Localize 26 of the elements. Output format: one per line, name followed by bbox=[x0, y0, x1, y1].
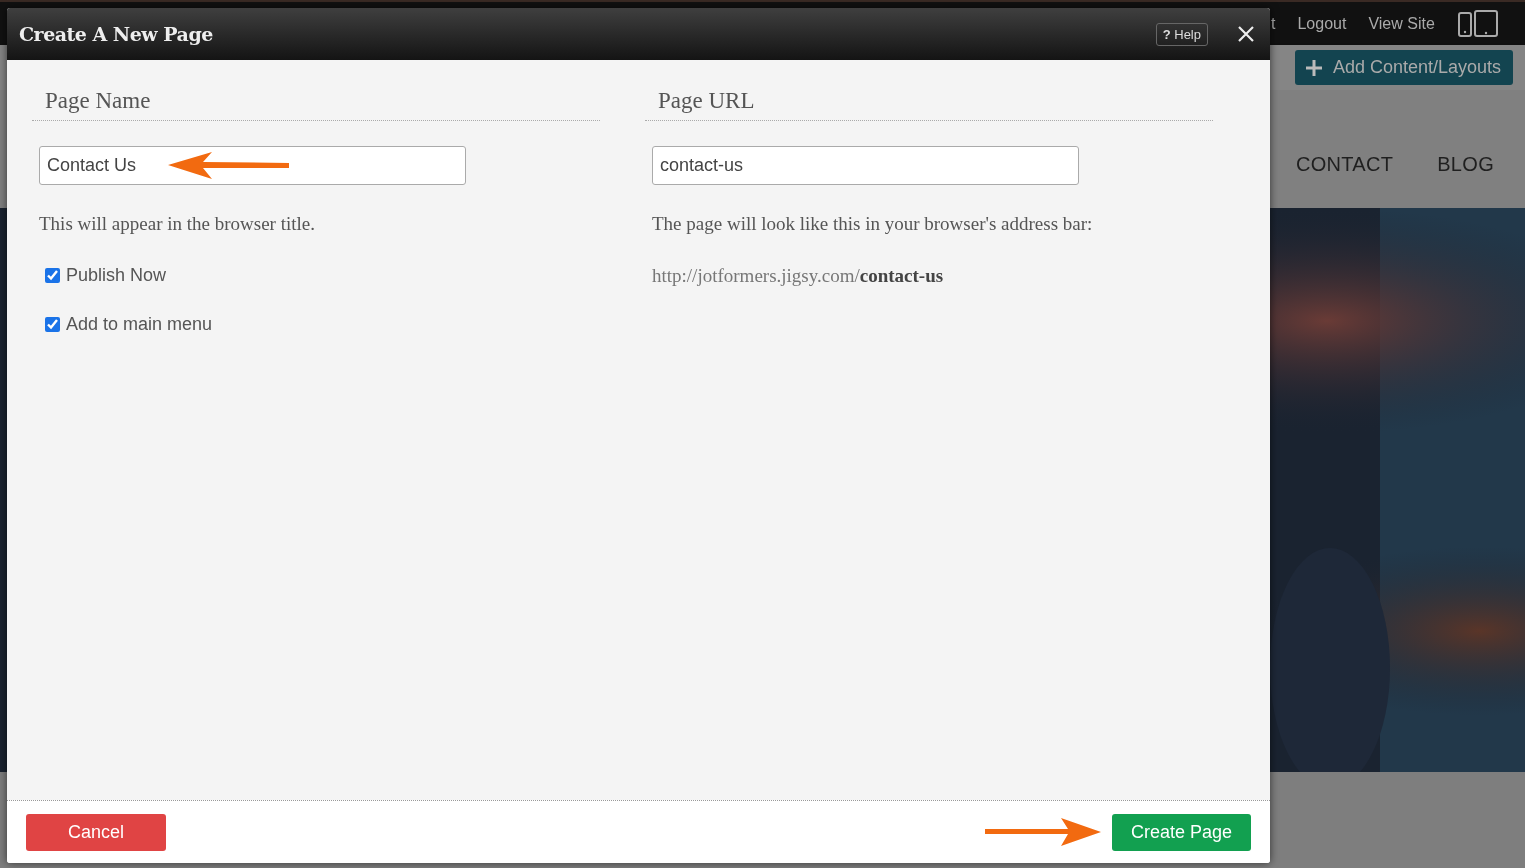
top-link[interactable]: t bbox=[1271, 14, 1276, 33]
nav-link[interactable]: BLOG bbox=[1437, 152, 1494, 176]
checkbox-label[interactable]: Add to main menu bbox=[66, 314, 213, 335]
help-button[interactable]: ? Help bbox=[1155, 22, 1208, 46]
hint-text: This will appear in the browser title. bbox=[39, 213, 316, 235]
hint-text: The page will look like this in your browser's address bar: bbox=[652, 213, 1094, 235]
close-icon[interactable] bbox=[1238, 26, 1254, 42]
question-icon: ? bbox=[1162, 26, 1171, 42]
plus-icon bbox=[1304, 58, 1323, 77]
add-content-button[interactable]: Add Content/Layouts bbox=[1294, 50, 1513, 85]
cancel-button[interactable]: Cancel bbox=[26, 813, 166, 851]
checkbox[interactable] bbox=[45, 317, 60, 332]
dialog-title: Create A New Page bbox=[19, 23, 214, 45]
section-heading: Page Name bbox=[32, 88, 600, 121]
section-heading: Page URL bbox=[645, 88, 1213, 121]
url-preview: http://jotformers.jigsy.com/contact-us bbox=[652, 265, 945, 287]
arrow-icon bbox=[984, 817, 1102, 847]
checkbox-label[interactable]: Publish Now bbox=[66, 265, 167, 286]
page-name-field[interactable]: Contact Us bbox=[39, 146, 466, 185]
top-link[interactable]: View Site bbox=[1368, 14, 1435, 33]
page-url-field[interactable]: contact-us bbox=[652, 146, 1079, 185]
devices-icon[interactable] bbox=[1456, 9, 1499, 38]
arrow-icon bbox=[167, 151, 291, 181]
nav-link[interactable]: CONTACT bbox=[1295, 152, 1394, 176]
top-link[interactable]: Logout bbox=[1297, 14, 1347, 33]
checkbox[interactable] bbox=[45, 268, 60, 283]
